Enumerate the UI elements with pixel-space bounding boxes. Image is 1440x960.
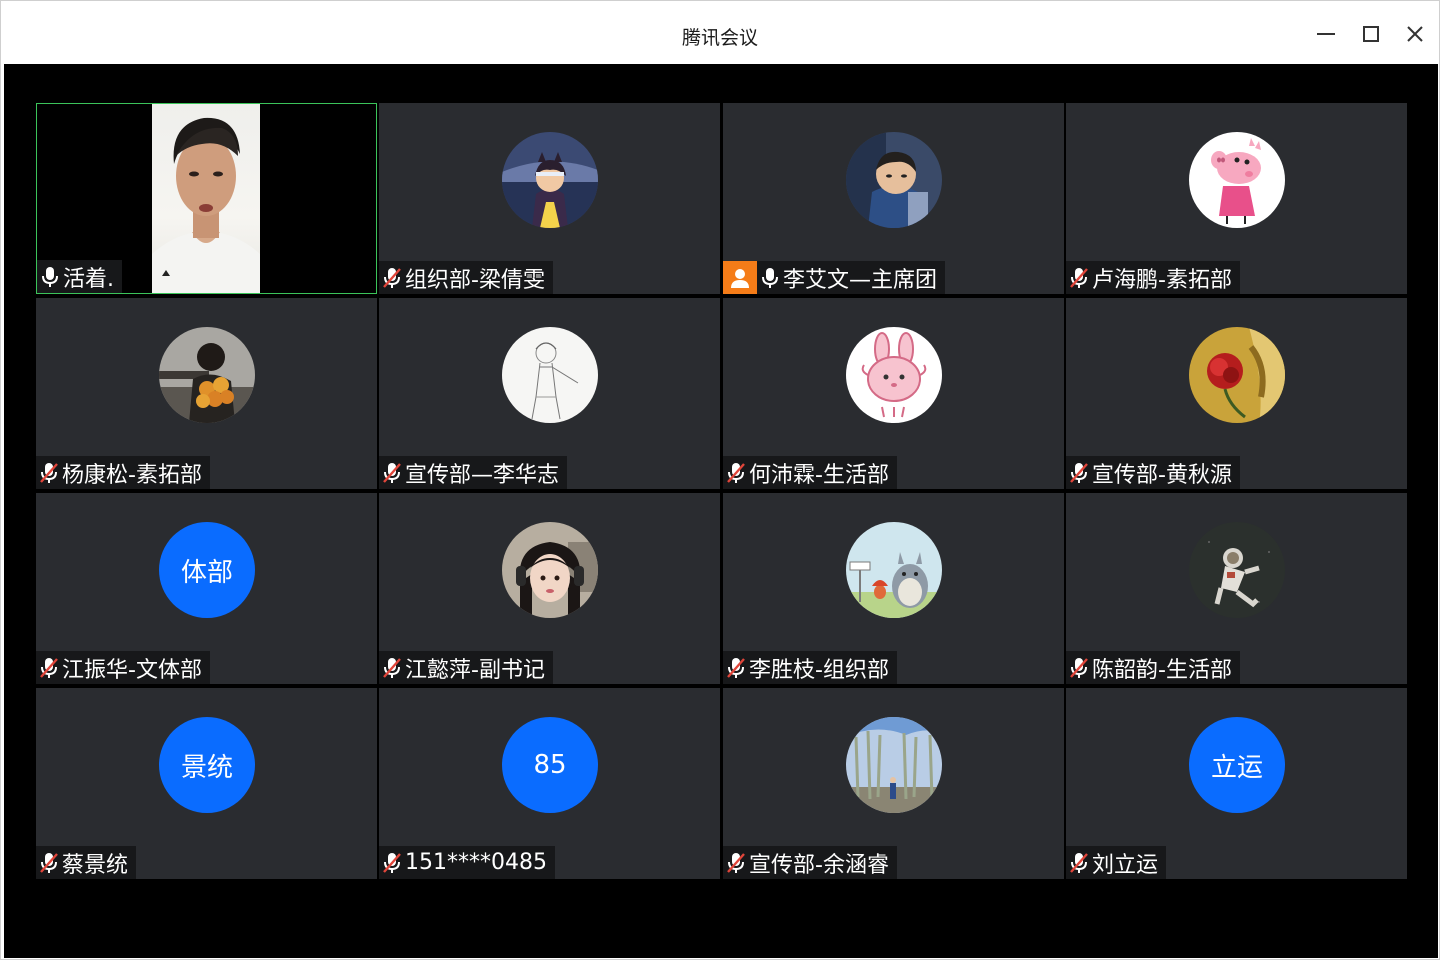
participant-namebar: 卢海鹏-素拓部 [1066,261,1240,294]
participant-name: 李胜枝-组织部 [749,657,889,683]
participant-name: 151****0485 [405,850,547,875]
participant-tile[interactable]: 杨康松-素拓部 [36,298,377,489]
avatar-initials: 景统 [159,717,255,813]
participant-namebar: 李胜枝-组织部 [723,651,897,684]
participant-namebar: 宣传部-黄秋源 [1066,456,1240,489]
mic-muted-icon [725,846,747,879]
avatar-initials: 85 [502,717,598,813]
participant-namebar: 陈韶韵-生活部 [1066,651,1240,684]
participant-name: 陈韶韵-生活部 [1092,657,1232,683]
minimize-icon [1317,33,1335,35]
participant-namebar: 宣传部—李华志 [379,456,568,489]
participant-tile[interactable]: 李艾文—主席团 [723,103,1064,294]
avatar-child-photo [846,132,942,228]
mic-muted-icon [38,651,60,684]
participant-namebar: 刘立运 [1066,846,1167,879]
participant-name: 组织部-梁倩雯 [405,267,545,293]
participant-name: 宣传部-黄秋源 [1092,462,1232,488]
participant-name: 卢海鹏-素拓部 [1092,267,1232,293]
participant-tile-active-speaker[interactable]: 活着. [36,103,377,294]
participant-name: 宣传部-余涵睿 [749,852,889,878]
mic-muted-icon [38,456,60,489]
participant-tile[interactable]: 江懿萍-副书记 [379,493,720,684]
avatar-sketch-boy [502,327,598,423]
maximize-icon [1363,26,1379,42]
participant-name: 江振华-文体部 [62,657,202,683]
mic-muted-icon [1068,456,1090,489]
mic-muted-icon [725,651,747,684]
participant-namebar: 组织部-梁倩雯 [379,261,553,294]
participant-namebar: 江振华-文体部 [36,651,210,684]
mic-muted-icon [381,456,403,489]
mic-muted-icon [381,261,403,294]
participant-namebar: 何沛霖-生活部 [723,456,897,489]
participant-tile[interactable]: 陈韶韵-生活部 [1066,493,1407,684]
participant-video [152,104,260,293]
mic-muted-icon [381,846,403,879]
participant-tile[interactable]: 宣传部-余涵睿 [723,688,1064,879]
participant-name: 宣传部—李华志 [405,462,560,488]
close-button[interactable] [1400,19,1430,49]
participant-tile[interactable]: 体部 江振华-文体部 [36,493,377,684]
participant-name: 何沛霖-生活部 [749,462,889,488]
avatar-initials: 立运 [1189,717,1285,813]
participant-name: 杨康松-素拓部 [62,462,202,488]
avatar-pink-bunny [846,327,942,423]
close-icon [1407,26,1423,42]
participant-namebar: 151****0485 [379,846,555,879]
participant-namebar: 蔡景统 [36,846,137,879]
participant-tile[interactable]: 景统 蔡景统 [36,688,377,879]
host-icon [723,261,757,294]
participant-tile[interactable]: 立运 刘立运 [1066,688,1407,879]
participant-name: 李艾文—主席团 [783,267,938,293]
participant-name: 江懿萍-副书记 [405,657,545,683]
participant-tile[interactable]: 何沛霖-生活部 [723,298,1064,489]
participant-tile[interactable]: 组织部-梁倩雯 [379,103,720,294]
avatar-peppa-pig [1189,132,1285,228]
participant-namebar: 杨康松-素拓部 [36,456,210,489]
mic-on-icon [759,261,781,294]
participant-tile[interactable]: 宣传部-黄秋源 [1066,298,1407,489]
avatar-red-rose [1189,327,1285,423]
participant-tile[interactable]: 李胜枝-组织部 [723,493,1064,684]
participant-tile[interactable]: 85 151****0485 [379,688,720,879]
mic-muted-icon [1068,261,1090,294]
participant-namebar: 活着. [37,260,122,293]
window-title: 腾讯会议 [681,27,758,49]
participant-namebar: 李艾文—主席团 [723,261,946,294]
participant-namebar: 宣传部-余涵睿 [723,846,897,879]
avatar-totoro [846,522,942,618]
mic-muted-icon [1068,846,1090,879]
participant-namebar: 江懿萍-副书记 [379,651,553,684]
meeting-window: 腾讯会议 活着. 组织部-梁倩雯 李艾文—主席团 卢海鹏-素拓部 杨康松-素拓部… [0,0,1440,960]
title-bar[interactable]: 腾讯会议 [1,1,1439,64]
avatar-night-cat-girl [502,132,598,228]
avatar-girl-headphones [502,522,598,618]
mic-muted-icon [38,846,60,879]
minimize-button[interactable] [1311,19,1341,49]
video-gallery: 活着. 组织部-梁倩雯 李艾文—主席团 卢海鹏-素拓部 杨康松-素拓部 宣传部—… [4,64,1438,958]
avatar-birch-forest [846,717,942,813]
participant-name: 活着. [63,266,114,292]
mic-muted-icon [381,651,403,684]
participant-tile[interactable]: 宣传部—李华志 [379,298,720,489]
avatar-initials: 体部 [159,522,255,618]
avatar-sunflower-bouquet [159,327,255,423]
participant-tile[interactable]: 卢海鹏-素拓部 [1066,103,1407,294]
participant-grid: 活着. 组织部-梁倩雯 李艾文—主席团 卢海鹏-素拓部 杨康松-素拓部 宣传部—… [36,103,1408,880]
maximize-button[interactable] [1356,19,1386,49]
mic-muted-icon [1068,651,1090,684]
avatar-astronaut [1189,522,1285,618]
participant-name: 刘立运 [1092,852,1159,878]
mic-on-icon [39,260,61,293]
mic-muted-icon [725,456,747,489]
participant-name: 蔡景统 [62,852,129,878]
